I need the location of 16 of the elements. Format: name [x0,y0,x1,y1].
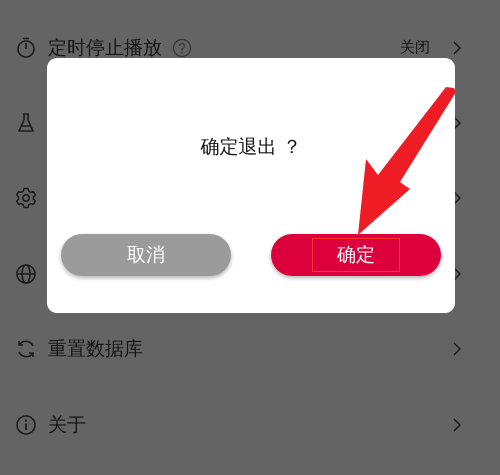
chevron-icon[interactable] [452,115,462,132]
highlight-frame: 确定 [313,239,399,271]
chevron-icon[interactable] [452,190,462,206]
dialog-message: 确定退出 ？ [200,135,302,160]
chevron-icon[interactable] [452,266,462,282]
gear-icon [14,186,38,210]
cancel-button[interactable]: 取消 [61,234,231,276]
timer-icon [14,36,38,60]
info-icon [14,412,38,437]
setting-label[interactable]: 定时停止播放 [48,34,162,61]
confirm-button[interactable]: 确定 [271,234,441,276]
setting-label[interactable]: 关于 [48,412,86,438]
setting-value: 关闭 [400,38,430,58]
help-icon[interactable] [172,38,192,58]
globe-icon [14,262,38,286]
setting-label[interactable]: 重置数据库 [48,336,143,362]
